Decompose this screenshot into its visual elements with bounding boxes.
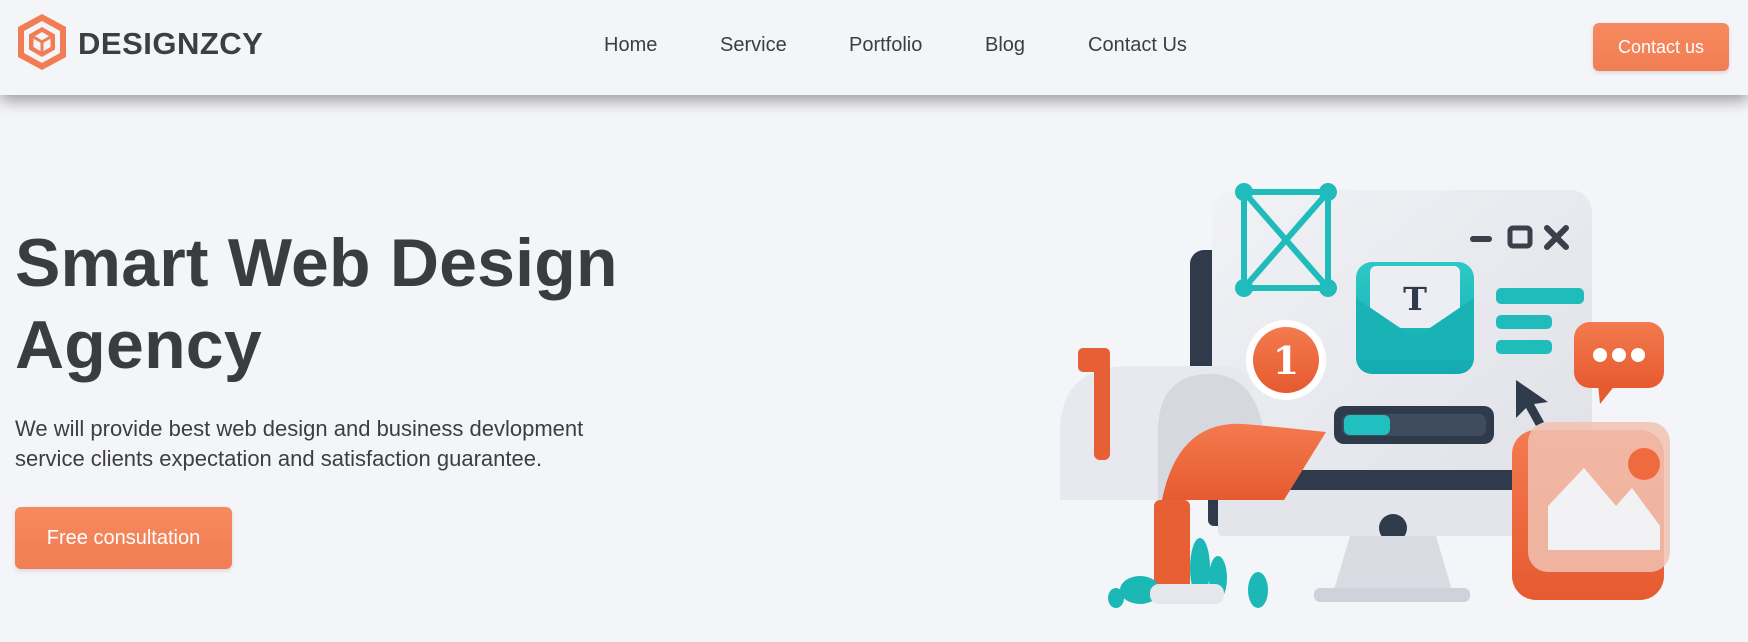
nav-link-service[interactable]: Service [720,34,787,57]
contact-us-button[interactable]: Contact us [1593,23,1729,71]
hero-title: Smart Web Design Agency [15,222,715,386]
image-card-icon [1512,422,1670,600]
top-navigation-bar: DESIGNZCY Home Service Portfolio Blog Co… [0,0,1748,95]
nav-link-blog[interactable]: Blog [985,34,1025,57]
nav-link-home[interactable]: Home [604,34,657,57]
free-consultation-button[interactable]: Free consultation [15,507,232,569]
nav-link-contact-us[interactable]: Contact Us [1088,34,1187,57]
web-design-illustration: T 1 [1050,170,1730,615]
hero-description-line-1: We will provide best web design and busi… [15,416,584,441]
letter-t-text: T [1403,280,1427,318]
hero-title-line-1: Smart Web Design [15,225,618,301]
nav-link-portfolio[interactable]: Portfolio [849,34,922,57]
notification-count: 1 [1273,338,1299,383]
envelope-icon [1356,262,1474,374]
hero-title-line-2: Agency [15,307,262,383]
hero-description: We will provide best web design and busi… [15,414,635,474]
hero-description-line-2: service clients expectation and satisfac… [15,446,543,471]
main-nav: Home Service Portfolio Blog Contact Us [0,34,1748,60]
